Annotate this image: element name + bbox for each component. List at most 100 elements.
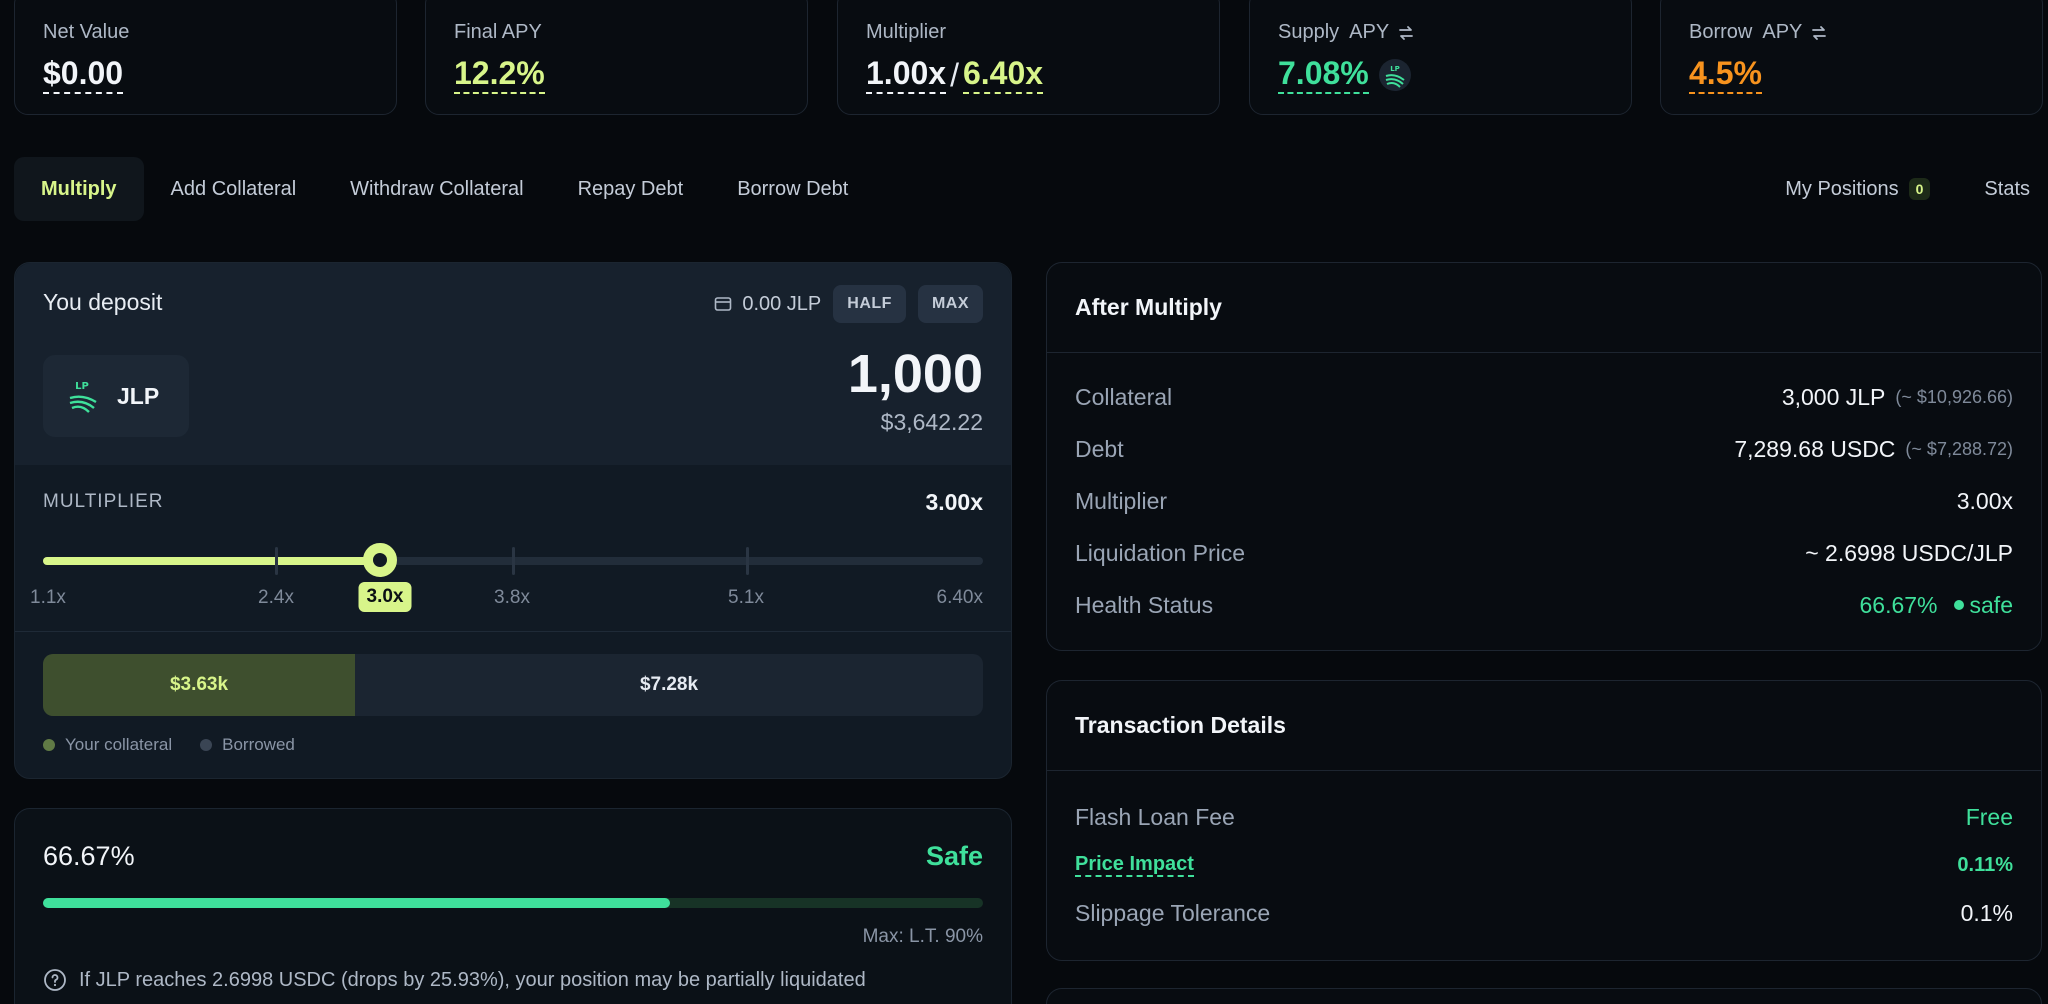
row-subvalue: (~ $7,288.72) [1905, 438, 2013, 459]
price-impact-value: 0.11% [1957, 853, 2013, 876]
row-flash-loan-fee: Flash Loan Fee Free [1075, 793, 2013, 841]
supply-apy-label: Supply APY [1278, 21, 1390, 43]
borrowed-amount: $7.28k [639, 674, 699, 695]
safe-dot [1953, 600, 1964, 610]
multiplier-slider[interactable] [43, 543, 983, 577]
health-bar-fill [43, 898, 670, 908]
tab-add-collateral[interactable]: Add Collateral [144, 157, 324, 221]
stat-card-final-apy: Final APY 12.2% [425, 0, 808, 115]
row-label: Collateral [1075, 383, 1173, 410]
net-value[interactable]: $0.00 [43, 55, 124, 95]
jlp-token-icon: LP [69, 381, 97, 413]
row-value: 3,000 JLP [1781, 383, 1886, 410]
max-button[interactable]: MAX [917, 285, 983, 323]
tab-borrow-debt[interactable]: Borrow Debt [710, 157, 875, 221]
swap-icon[interactable] [1810, 24, 1828, 42]
borrowed-dot [200, 739, 213, 751]
transaction-details-title: Transaction Details [1047, 681, 2041, 771]
multiplier-current[interactable]: 1.00x [866, 55, 947, 95]
slippage-value[interactable]: 0.1% [1961, 900, 2013, 927]
wallet-balance: 0.00 JLP [742, 292, 822, 315]
tab-repay-debt[interactable]: Repay Debt [551, 157, 711, 221]
health-max: Max: L.T. 90% [862, 926, 983, 947]
my-positions-label: My Positions [1785, 177, 1899, 200]
deposit-amount-input[interactable]: 1,000 [848, 347, 983, 401]
row-label: Liquidation Price [1075, 539, 1246, 566]
token-badge-text: LP [75, 381, 89, 392]
row-value: 3.00x [1956, 487, 2013, 514]
legend-borrowed: Borrowed [222, 735, 295, 754]
multiplier-separator: / [950, 56, 959, 93]
wallet-icon [715, 297, 732, 311]
row-price-impact: Price Impact 0.11% [1075, 841, 2013, 889]
health-status-label: safe [1969, 591, 2013, 618]
stat-card-supply-apy: Supply APY 7.08% LP [1249, 0, 1632, 115]
row-slippage: Slippage Tolerance 0.1% [1075, 889, 2013, 937]
row-label: Multiplier [1075, 487, 1168, 514]
row-value: ~ 2.6998 USDC/JLP [1805, 539, 2013, 566]
after-multiply-panel: After Multiply Collateral 3,000 JLP (~ $1… [1046, 262, 2042, 651]
help-circle-icon [44, 969, 66, 991]
row-label: Debt [1075, 435, 1124, 462]
legend-collateral: Your collateral [65, 735, 173, 754]
price-impact-label[interactable]: Price Impact [1075, 853, 1194, 877]
health-panel: 66.67% Safe Max: L.T. 90% If JLP reaches… [14, 808, 1012, 1004]
borrow-apy-label: Borrow APY [1689, 21, 1803, 43]
slider-label: 5.1x [728, 587, 764, 608]
multiplier-slider-fill [43, 557, 380, 565]
stat-card-multiplier: Multiplier 1.00x / 6.40x [837, 0, 1220, 115]
multiplier-slider-value: 3.00x [925, 489, 983, 515]
token-selector[interactable]: LP JLP [43, 355, 189, 437]
liquidation-note: If JLP reaches 2.6998 USDC (drops by 25.… [79, 968, 866, 991]
row-label: Health Status [1075, 591, 1214, 618]
tab-multiply[interactable]: Multiply [14, 157, 144, 221]
positions-count-badge: 0 [1908, 178, 1931, 200]
after-multiply-title: After Multiply [1047, 263, 2041, 353]
row-debt: Debt 7,289.68 USDC (~ $7,288.72) [1075, 423, 2013, 475]
final-apy-label: Final APY [454, 21, 542, 43]
health-percentage: 66.67% [43, 841, 135, 871]
stat-card-borrow-apy: Borrow APY 4.5% [1660, 0, 2043, 115]
supply-apy-value[interactable]: 7.08% [1278, 55, 1369, 95]
swap-icon[interactable] [1397, 24, 1415, 42]
row-health-status: Health Status 66.67% safe [1075, 579, 2013, 631]
slider-tick [512, 547, 515, 575]
stat-card-net-value: Net Value $0.00 [14, 0, 397, 115]
deposit-amount-usd: $3,642.22 [880, 409, 983, 435]
collateral-amount: $3.63k [43, 654, 355, 716]
row-liquidation-price: Liquidation Price ~ 2.6998 USDC/JLP [1075, 527, 2013, 579]
multiplier-slider-label: MULTIPLIER [43, 491, 164, 512]
health-status: Safe [925, 841, 983, 871]
borrow-apy-value[interactable]: 4.5% [1689, 55, 1762, 95]
tab-my-positions[interactable]: My Positions 0 [1758, 157, 1957, 221]
net-value-label: Net Value [43, 21, 130, 43]
svg-text:LP: LP [1390, 65, 1400, 73]
slider-label: 3.8x [494, 587, 530, 608]
half-button[interactable]: HALF [833, 285, 906, 323]
slider-label: 2.4x [258, 587, 294, 608]
row-collateral: Collateral 3,000 JLP (~ $10,926.66) [1075, 371, 2013, 423]
tab-withdraw-collateral[interactable]: Withdraw Collateral [323, 157, 550, 221]
jlp-lp-icon: LP [1378, 59, 1411, 92]
token-name: JLP [117, 382, 160, 409]
action-tabs: Multiply Add Collateral Withdraw Collate… [14, 157, 2034, 221]
multiplier-slider-thumb[interactable] [362, 543, 397, 577]
deposit-panel: You deposit 0.00 JLP HALF MAX LP JLP 1,0… [14, 262, 1012, 779]
health-status-value: 66.67% [1859, 591, 1938, 618]
slider-label-current: 3.0x [358, 582, 412, 612]
multiplier-label: Multiplier [866, 21, 947, 43]
slider-label-min: 1.1x [30, 587, 66, 608]
health-bar [43, 898, 983, 908]
transaction-details-panel: Transaction Details Flash Loan Fee Free … [1046, 680, 2042, 961]
row-label: Flash Loan Fee [1075, 803, 1235, 830]
tab-stats[interactable]: Stats [1957, 157, 2034, 221]
collateral-dot [43, 739, 55, 751]
slider-tick [746, 547, 749, 575]
row-subvalue: (~ $10,926.66) [1895, 386, 2013, 407]
slider-tick [275, 547, 278, 575]
final-apy-value[interactable]: 12.2% [454, 55, 545, 95]
additional-panel [1046, 988, 2042, 1004]
row-value: 7,289.68 USDC [1734, 435, 1896, 462]
multiplier-max[interactable]: 6.40x [962, 55, 1044, 95]
flash-loan-fee-value: Free [1965, 803, 2013, 830]
